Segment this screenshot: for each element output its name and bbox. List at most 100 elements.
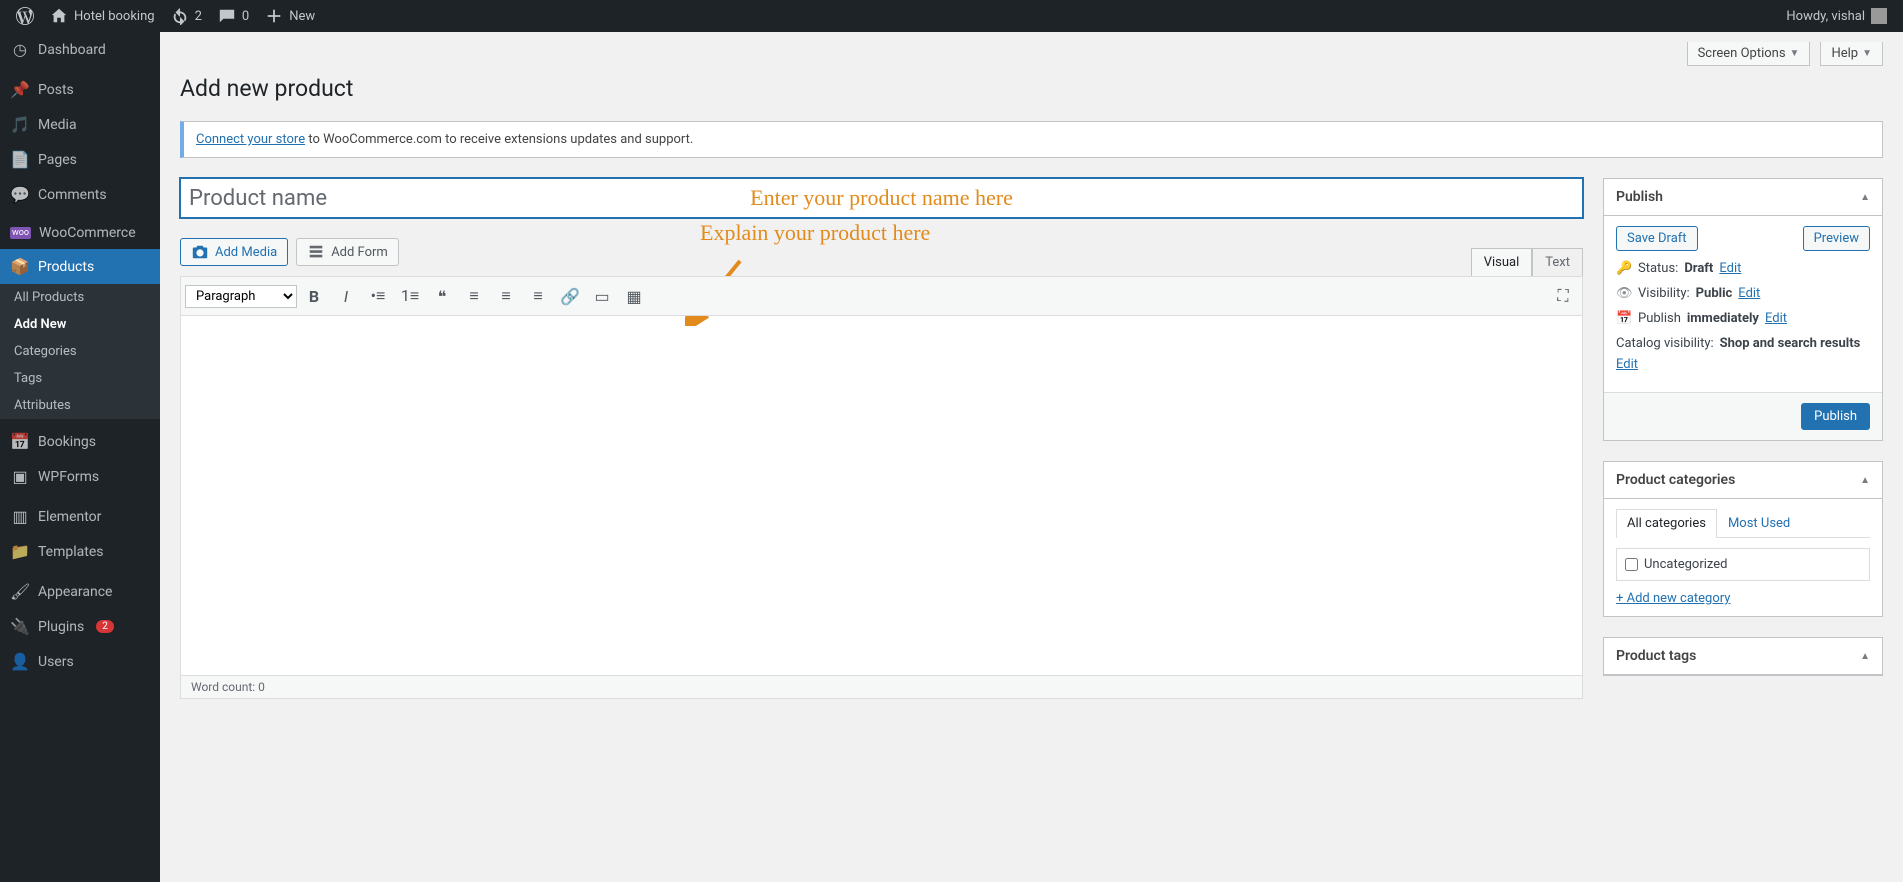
form-icon — [307, 243, 325, 261]
align-right-icon: ≡ — [533, 286, 542, 306]
eye-icon: 👁 — [1616, 286, 1632, 301]
tab-all-categories[interactable]: All categories — [1616, 509, 1717, 538]
comment-icon — [218, 7, 236, 25]
uncategorized-checkbox[interactable] — [1625, 558, 1638, 571]
edit-catalog-link[interactable]: Edit — [1616, 357, 1638, 372]
ol-icon: 1≡ — [401, 286, 419, 306]
menu-templates[interactable]: 📁Templates — [0, 534, 160, 569]
kitchen-sink-icon: ▦ — [626, 287, 641, 306]
catalog-visibility-row: Catalog visibility: Shop and search resu… — [1616, 336, 1870, 372]
align-right-button[interactable]: ≡ — [523, 281, 553, 311]
editor-content[interactable] — [180, 316, 1583, 676]
menu-bookings[interactable]: 📅Bookings — [0, 424, 160, 459]
submenu-all-products[interactable]: All Products — [0, 284, 160, 311]
publish-button[interactable]: Publish — [1801, 403, 1870, 430]
add-form-button[interactable]: Add Form — [296, 238, 399, 266]
admin-menu: ◷Dashboard 📌Posts 🎵Media 📄Pages 💬Comment… — [0, 32, 160, 882]
brush-icon: 🖌 — [10, 582, 30, 601]
product-name-input[interactable] — [180, 178, 1583, 218]
align-left-icon: ≡ — [469, 286, 478, 306]
new-link[interactable]: New — [257, 0, 323, 32]
submenu-add-new[interactable]: Add New — [0, 311, 160, 338]
readmore-button[interactable]: ▭ — [587, 281, 617, 311]
page-icon: 📄 — [10, 150, 30, 169]
italic-icon: I — [344, 287, 348, 306]
categories-box-header[interactable]: Product categories▲ — [1604, 462, 1882, 499]
bulleted-list-button[interactable]: •≡ — [363, 281, 393, 311]
align-left-button[interactable]: ≡ — [459, 281, 489, 311]
publish-box: Publish▲ Save Draft Preview 🔑 Status: Dr… — [1603, 178, 1883, 441]
edit-date-link[interactable]: Edit — [1765, 311, 1787, 326]
howdy-label: Howdy, vishal — [1786, 9, 1865, 24]
menu-plugins[interactable]: 🔌Plugins2 — [0, 609, 160, 644]
admin-bar: Hotel booking 2 0 New Howdy, vishal — [0, 0, 1903, 32]
screen-options-button[interactable]: Screen Options ▼ — [1687, 42, 1811, 66]
menu-wpforms[interactable]: ▣WPForms — [0, 459, 160, 494]
account-link[interactable]: Howdy, vishal — [1778, 0, 1895, 32]
editor-tab-text[interactable]: Text — [1532, 248, 1583, 276]
readmore-icon: ▭ — [594, 287, 609, 306]
save-draft-button[interactable]: Save Draft — [1616, 226, 1698, 251]
calendar-icon: 📅 — [10, 432, 30, 451]
menu-media[interactable]: 🎵Media — [0, 107, 160, 142]
menu-comments[interactable]: 💬Comments — [0, 177, 160, 212]
bold-button[interactable]: B — [299, 281, 329, 311]
preview-button[interactable]: Preview — [1803, 226, 1870, 251]
chevron-down-icon: ▼ — [1862, 48, 1872, 59]
chevron-down-icon: ▼ — [1790, 48, 1800, 59]
submenu-tags[interactable]: Tags — [0, 365, 160, 392]
submenu-attributes[interactable]: Attributes — [0, 392, 160, 419]
align-center-button[interactable]: ≡ — [491, 281, 521, 311]
fullscreen-button[interactable]: ⛶ — [1548, 281, 1578, 311]
link-button[interactable]: 🔗 — [555, 281, 585, 311]
site-name-link[interactable]: Hotel booking — [42, 0, 163, 32]
menu-appearance[interactable]: 🖌Appearance — [0, 574, 160, 609]
format-select[interactable]: Paragraph — [185, 285, 297, 308]
categories-box: Product categories▲ All categories Most … — [1603, 461, 1883, 617]
menu-pages[interactable]: 📄Pages — [0, 142, 160, 177]
submenu-categories[interactable]: Categories — [0, 338, 160, 365]
tab-most-used[interactable]: Most Used — [1717, 509, 1801, 537]
publish-box-header[interactable]: Publish▲ — [1604, 179, 1882, 216]
chevron-up-icon: ▲ — [1860, 475, 1870, 486]
woo-icon: woo — [10, 227, 31, 239]
menu-products[interactable]: 📦Products — [0, 249, 160, 284]
calendar-icon: 📅 — [1616, 311, 1632, 326]
category-uncategorized[interactable]: Uncategorized — [1625, 557, 1861, 572]
tags-box-header[interactable]: Product tags▲ — [1604, 638, 1882, 675]
site-name-label: Hotel booking — [74, 9, 155, 24]
numbered-list-button[interactable]: 1≡ — [395, 281, 425, 311]
wordpress-icon — [16, 7, 34, 25]
comments-link[interactable]: 0 — [210, 0, 257, 32]
align-center-icon: ≡ — [501, 286, 510, 306]
wp-logo[interactable] — [8, 0, 42, 32]
menu-woocommerce[interactable]: wooWooCommerce — [0, 217, 160, 249]
italic-button[interactable]: I — [331, 281, 361, 311]
menu-dashboard[interactable]: ◷Dashboard — [0, 32, 160, 67]
camera-icon — [191, 243, 209, 261]
quote-icon: ❝ — [438, 287, 447, 306]
editor-tab-visual[interactable]: Visual — [1471, 248, 1533, 277]
dashboard-icon: ◷ — [10, 40, 30, 59]
pin-icon: 📌 — [10, 80, 30, 99]
add-media-button[interactable]: Add Media — [180, 238, 288, 266]
menu-elementor[interactable]: ▥Elementor — [0, 499, 160, 534]
help-button[interactable]: Help ▼ — [1820, 42, 1883, 66]
edit-visibility-link[interactable]: Edit — [1738, 286, 1760, 301]
menu-posts[interactable]: 📌Posts — [0, 72, 160, 107]
blockquote-button[interactable]: ❝ — [427, 281, 457, 311]
update-icon — [171, 7, 189, 25]
menu-users[interactable]: 👤Users — [0, 644, 160, 679]
connect-store-link[interactable]: Connect your store — [196, 132, 305, 147]
updates-link[interactable]: 2 — [163, 0, 210, 32]
chevron-up-icon: ▲ — [1860, 192, 1870, 203]
bold-icon: B — [309, 287, 319, 306]
tags-box: Product tags▲ — [1603, 637, 1883, 676]
toolbar-toggle-button[interactable]: ▦ — [619, 281, 649, 311]
add-new-category-link[interactable]: + Add new category — [1616, 591, 1730, 606]
category-list: Uncategorized — [1616, 548, 1870, 581]
edit-status-link[interactable]: Edit — [1719, 261, 1741, 276]
user-icon: 👤 — [10, 652, 30, 671]
status-row: 🔑 Status: Draft Edit — [1616, 261, 1870, 276]
new-label: New — [289, 9, 315, 24]
